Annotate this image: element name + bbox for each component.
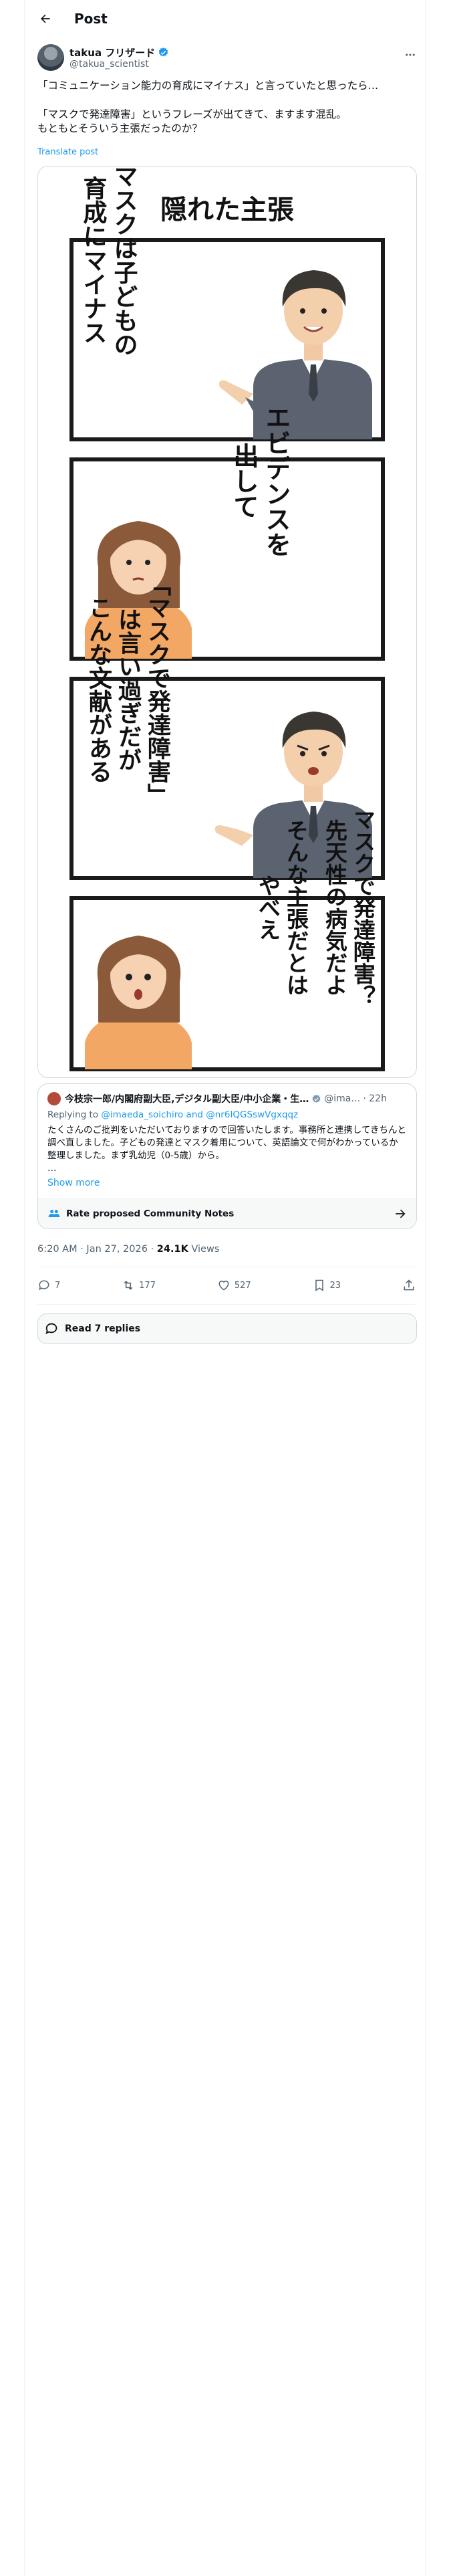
- post-text-line: 「コミュニケーション能力の育成にマイナス」と言っていたと思ったら…: [37, 80, 379, 92]
- speech-text: 「マスクで発達障害」: [144, 572, 172, 807]
- quoted-author-handle[interactable]: @ima…: [324, 1093, 360, 1104]
- post-image[interactable]: 隠れた主張 マスクは子どもの 育成にマイナス エビデンスを 出して 「マスクで発…: [37, 166, 417, 1078]
- speech-text: やべえ: [255, 875, 281, 941]
- author-name-row: takua フリザード: [69, 45, 169, 60]
- repost-button[interactable]: 177: [122, 1279, 156, 1292]
- quoted-timestamp: · 22h: [363, 1093, 387, 1104]
- replying-to: Replying to @imaeda_soichiro and @nr6IQG…: [47, 1109, 407, 1120]
- divider: [37, 1304, 416, 1305]
- more-options-button[interactable]: [402, 47, 418, 63]
- back-button[interactable]: [34, 7, 57, 30]
- post-author: takua フリザード @takua_scientist: [37, 43, 418, 74]
- speech-text: 育成にマイナス: [80, 176, 108, 344]
- post-text-line: 「マスクで発達障害」というフレーズが出てきて、ますます混乱。: [37, 108, 347, 120]
- author-handle[interactable]: @takua_scientist: [69, 59, 149, 70]
- comic-title: 隠れた主張: [160, 195, 294, 225]
- author-name[interactable]: takua フリザード: [69, 45, 155, 60]
- reply-button[interactable]: 7: [37, 1279, 60, 1292]
- quoted-post[interactable]: 今枝宗一郎/内閣府副大臣,デジタル副大臣/中小企業・生… @ima… · 22h…: [37, 1083, 417, 1229]
- speech-text: そんな主張だとは: [283, 819, 309, 996]
- comic-image: 隠れた主張 マスクは子どもの 育成にマイナス エビデンスを 出して 「マスクで発…: [38, 167, 416, 1077]
- heart-icon: [218, 1281, 229, 1291]
- verified-badge-icon: [312, 1094, 321, 1103]
- quoted-post-header: 今枝宗一郎/内閣府副大臣,デジタル副大臣/中小企業・生… @ima… · 22h: [47, 1092, 407, 1105]
- speech-text: 先天性の病気だよ: [322, 819, 348, 996]
- speech-text: マスクで発達障害？: [350, 809, 376, 1007]
- speech-text: は言い過ぎだが: [114, 608, 142, 772]
- avatar[interactable]: [37, 44, 64, 71]
- back-arrow-icon: [41, 14, 50, 23]
- action-bar: 7 177 527 23: [37, 1271, 416, 1300]
- bookmark-button[interactable]: 23: [313, 1279, 341, 1292]
- quoted-body: たくさんのご批判をいただいておりますので回答いたします。事務所と連携してきちんと…: [47, 1124, 407, 1176]
- translate-post-link[interactable]: Translate post: [37, 147, 98, 157]
- post-text: 「コミュニケーション能力の育成にマイナス」と言っていたと思ったら… 「マスクで発…: [37, 79, 416, 135]
- replying-to-prefix: Replying to: [47, 1109, 102, 1120]
- right-border: [425, 0, 426, 2576]
- page: Post takua フリザード @takua_scientist 「コミュニケ…: [0, 0, 451, 2576]
- share-button[interactable]: [402, 1279, 416, 1292]
- views-label: Views: [188, 1244, 220, 1255]
- more-dots-icon: [406, 53, 415, 56]
- community-notes-icon: [48, 1210, 60, 1217]
- show-more-link[interactable]: Show more: [47, 1178, 407, 1188]
- read-replies-button[interactable]: Read 7 replies: [37, 1313, 417, 1344]
- reply-icon: [39, 1280, 49, 1291]
- bookmark-count: 23: [329, 1280, 341, 1291]
- left-border: [24, 0, 25, 2576]
- speech-bubble-icon: [45, 1323, 57, 1335]
- post-timestamp[interactable]: 6:20 AM · Jan 27, 2026 ·: [37, 1244, 157, 1255]
- quoted-ellipsis: …: [47, 1162, 57, 1174]
- post-metadata: 6:20 AM · Jan 27, 2026 · 24.1K Views: [37, 1244, 219, 1255]
- page-title: Post: [74, 11, 108, 27]
- views-count: 24.1K: [156, 1244, 188, 1255]
- like-button[interactable]: 527: [217, 1279, 251, 1292]
- quoted-body-text: たくさんのご批判をいただいておりますので回答いたします。事務所と連携してきちんと…: [47, 1125, 407, 1161]
- speech-text: 出して: [229, 443, 259, 519]
- read-replies-label: Read 7 replies: [65, 1323, 141, 1334]
- community-notes-label: Rate proposed Community Notes: [66, 1208, 235, 1219]
- speech-text: エビデンスを: [261, 405, 291, 557]
- bookmark-icon: [315, 1279, 323, 1291]
- community-notes-bar[interactable]: Rate proposed Community Notes: [38, 1198, 416, 1228]
- like-count: 527: [234, 1280, 251, 1291]
- speech-text: こんな文献がある: [85, 596, 112, 783]
- post-text-line: もともとそういう主張だったのか？: [37, 122, 202, 134]
- quoted-avatar[interactable]: [47, 1092, 61, 1105]
- speech-text: マスクは子どもの: [110, 167, 138, 356]
- quoted-author-name[interactable]: 今枝宗一郎/内閣府副大臣,デジタル副大臣/中小企業・生…: [65, 1092, 309, 1105]
- reply-count: 7: [55, 1280, 61, 1291]
- top-bar: Post: [25, 0, 425, 37]
- share-icon: [404, 1279, 414, 1291]
- arrow-right-icon: [396, 1209, 406, 1218]
- verified-badge-icon: [159, 47, 168, 57]
- repost-icon: [124, 1281, 133, 1290]
- repost-count: 177: [139, 1280, 156, 1291]
- replying-to-handles[interactable]: @imaeda_soichiro and @nr6IQGSswVgxqqz: [101, 1109, 298, 1120]
